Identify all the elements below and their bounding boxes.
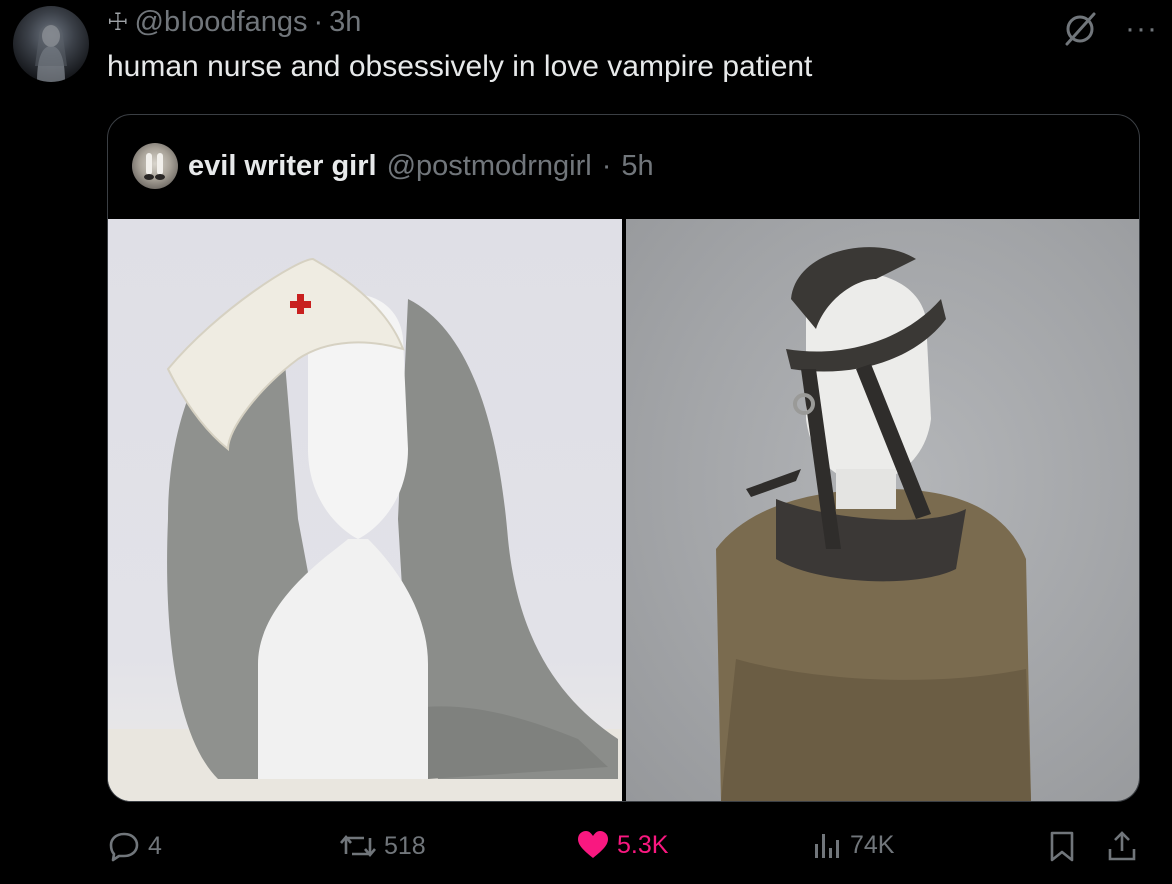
share-button[interactable] xyxy=(1106,830,1138,862)
grok-icon[interactable] xyxy=(1061,10,1099,48)
views-button[interactable]: 74K xyxy=(812,830,894,860)
post-header: ☩ @bIoodfangs · 3h xyxy=(107,6,361,39)
quote-time[interactable]: 5h xyxy=(621,150,653,183)
bookmark-icon xyxy=(1048,830,1076,862)
cross-icon: ☩ xyxy=(107,9,129,36)
reply-icon xyxy=(108,830,140,862)
share-icon xyxy=(1106,830,1138,862)
repost-count: 518 xyxy=(384,831,426,860)
quote-media xyxy=(108,219,1139,801)
quote-author-name[interactable]: evil writer girl xyxy=(188,150,377,183)
restraint-harness-photo[interactable] xyxy=(626,219,1139,801)
post-time[interactable]: 3h xyxy=(329,6,361,39)
post: ☩ @bIoodfangs · 3h human nurse and obses… xyxy=(0,0,1172,884)
like-count: 5.3K xyxy=(617,830,669,859)
heart-icon xyxy=(577,830,609,860)
repost-icon xyxy=(340,830,376,862)
separator-dot: · xyxy=(313,6,324,38)
analytics-icon xyxy=(812,830,842,860)
quote-author-handle[interactable]: @postmodrngirl xyxy=(387,150,592,183)
reply-button[interactable]: 4 xyxy=(108,830,162,862)
repost-button[interactable]: 518 xyxy=(340,830,426,862)
more-options-icon[interactable]: ··· xyxy=(1125,14,1158,44)
author-avatar[interactable] xyxy=(13,6,89,82)
quoted-post[interactable]: evil writer girl @postmodrngirl · 5h xyxy=(107,114,1140,802)
like-button[interactable]: 5.3K xyxy=(577,830,668,860)
quote-header: evil writer girl @postmodrngirl · 5h xyxy=(132,143,654,189)
author-handle[interactable]: @bIoodfangs xyxy=(135,6,308,39)
quote-author-avatar[interactable] xyxy=(132,143,178,189)
action-bar: 4 518 5.3K 74K xyxy=(0,820,1172,876)
separator-dot: · xyxy=(601,149,612,182)
post-text: human nurse and obsessively in love vamp… xyxy=(107,50,813,83)
reply-count: 4 xyxy=(148,831,162,860)
top-right-controls: ··· xyxy=(1061,10,1158,48)
views-count: 74K xyxy=(850,830,895,859)
nurse-cap-photo[interactable] xyxy=(108,219,622,801)
bookmark-button[interactable] xyxy=(1048,830,1076,862)
